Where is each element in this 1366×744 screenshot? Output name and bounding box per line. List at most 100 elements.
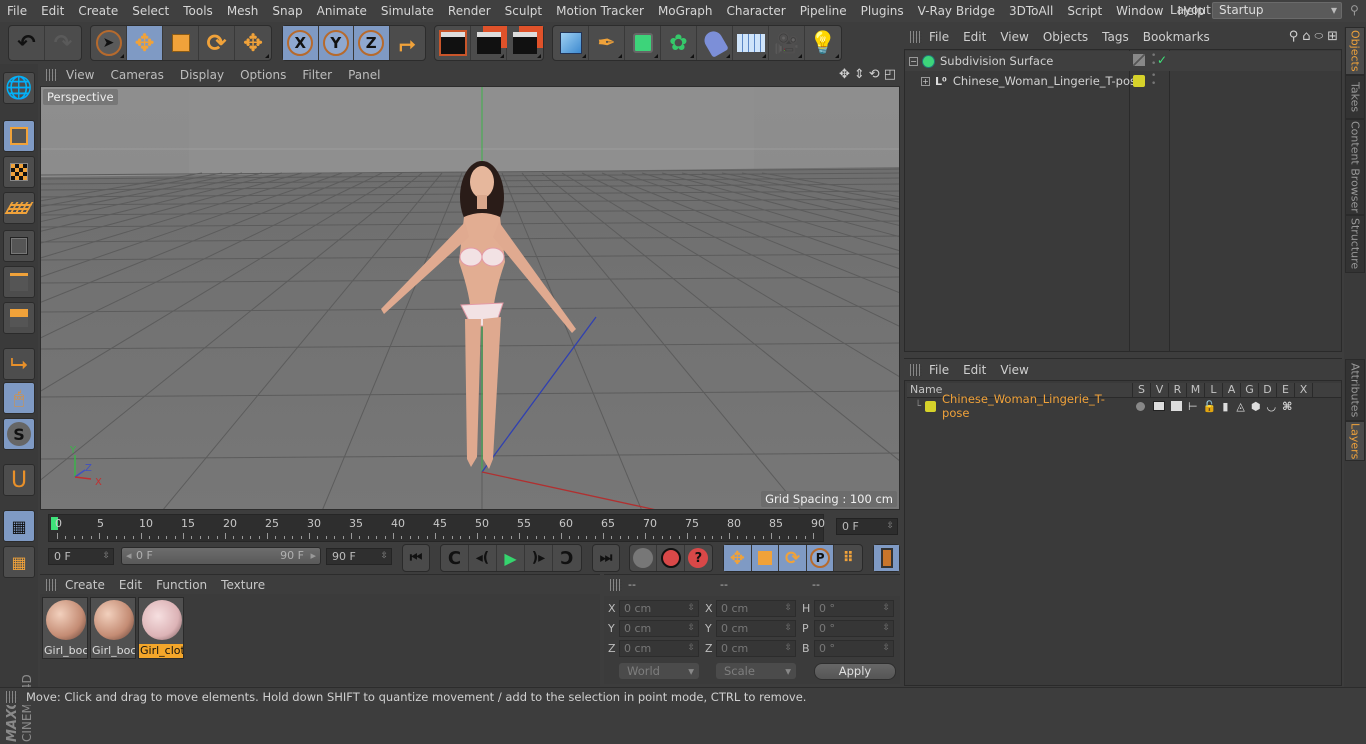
deformer-button[interactable] <box>697 26 733 60</box>
render-view-button[interactable] <box>435 26 471 60</box>
apply-button[interactable]: Apply <box>814 663 896 680</box>
autokey-button[interactable] <box>657 545 685 571</box>
layer-menu-view[interactable]: View <box>993 363 1035 377</box>
redo-button[interactable]: ↷ <box>45 26 81 60</box>
current-frame-field[interactable]: 0 F ⇳ <box>836 518 898 535</box>
material-menu-texture[interactable]: Texture <box>214 578 272 592</box>
floor-button[interactable] <box>733 26 769 60</box>
layer-name[interactable]: Chinese_Woman_Lingerie_T-pose <box>942 392 1132 420</box>
key-rotation-button[interactable]: ⟳ <box>779 545 807 571</box>
camera-button[interactable]: 🎥 <box>769 26 805 60</box>
object-menu-view[interactable]: View <box>993 30 1035 44</box>
viewport-menu-cameras[interactable]: Cameras <box>102 68 171 82</box>
recent-tool-button[interactable]: ✥ <box>235 26 271 60</box>
undo-button[interactable]: ↶ <box>9 26 45 60</box>
subdivision-surface-button[interactable] <box>625 26 661 60</box>
workplane-mode-button[interactable] <box>3 192 35 224</box>
model-mode-button[interactable] <box>3 120 35 152</box>
panel-grip[interactable] <box>46 578 58 591</box>
layer-color-swatch[interactable] <box>1133 75 1145 87</box>
column-manager[interactable]: M <box>1187 383 1205 397</box>
eye-icon[interactable]: ⬭ <box>1315 29 1324 45</box>
menu-file[interactable]: File <box>0 4 34 18</box>
next-key-button[interactable]: Ↄ <box>553 545 581 571</box>
menu-window[interactable]: Window <box>1109 4 1170 18</box>
menu-vray-bridge[interactable]: V-Ray Bridge <box>911 4 1002 18</box>
material-item[interactable]: Girl_boc <box>42 597 88 659</box>
tab-layers[interactable]: Layers <box>1345 421 1365 461</box>
light-button[interactable]: 💡 <box>805 26 841 60</box>
generator-icon[interactable]: ◬ <box>1236 400 1244 413</box>
live-selection-button[interactable]: ➤ <box>91 26 127 60</box>
panel-grip[interactable] <box>6 690 18 703</box>
key-position-button[interactable]: ✥ <box>724 545 752 571</box>
position-y-field[interactable]: 0 cm ⇳ <box>619 620 699 637</box>
next-frame-button[interactable]: )▸ <box>525 545 553 571</box>
menu-animate[interactable]: Animate <box>310 4 374 18</box>
menu-simulate[interactable]: Simulate <box>374 4 441 18</box>
manager-tree-icon[interactable]: ⊢ <box>1188 400 1198 413</box>
layer-menu-edit[interactable]: Edit <box>956 363 993 377</box>
size-mode-dropdown[interactable]: Scale <box>716 663 796 679</box>
rotation-p-field[interactable]: 0 ° ⇳ <box>814 620 894 637</box>
tab-objects[interactable]: Objects <box>1345 27 1365 75</box>
lock-icon[interactable]: 🔓 <box>1203 400 1217 413</box>
panel-grip[interactable] <box>910 363 922 376</box>
new-window-icon[interactable]: ⊞ <box>1327 29 1338 45</box>
column-locked[interactable]: L <box>1205 383 1223 397</box>
menu-tools[interactable]: Tools <box>176 4 220 18</box>
material-menu-create[interactable]: Create <box>58 578 112 592</box>
menu-create[interactable]: Create <box>71 4 125 18</box>
column-generators[interactable]: G <box>1241 383 1259 397</box>
menu-pipeline[interactable]: Pipeline <box>793 4 854 18</box>
column-solo[interactable]: S <box>1133 383 1151 397</box>
end-frame-field[interactable]: 90 F ⇳ <box>326 548 392 565</box>
editor-visibility-icon[interactable] <box>1133 54 1145 66</box>
menu-character[interactable]: Character <box>719 4 792 18</box>
prev-frame-button[interactable]: ◂( <box>469 545 497 571</box>
collapse-icon[interactable]: − <box>909 56 918 66</box>
pen-tool-button[interactable]: ✒ <box>589 26 625 60</box>
viewport-menu-panel[interactable]: Panel <box>340 68 388 82</box>
object-menu-tags[interactable]: Tags <box>1095 30 1136 44</box>
key-scale-button[interactable] <box>751 545 780 571</box>
texture-mode-button[interactable] <box>3 156 35 188</box>
position-x-field[interactable]: 0 cm ⇳ <box>619 600 699 617</box>
tab-content-browser[interactable]: Content Browser <box>1345 119 1365 215</box>
rotate-tool-button[interactable]: ⟳ <box>199 26 235 60</box>
add-cube-button[interactable] <box>553 26 589 60</box>
workplane-lock-button[interactable]: ▦ <box>3 510 35 542</box>
render-clapper-icon[interactable] <box>1171 401 1183 411</box>
render-settings-button[interactable] <box>507 26 543 60</box>
expand-icon[interactable]: + <box>921 76 930 86</box>
material-item-selected[interactable]: Girl_clot <box>138 597 184 659</box>
visibility-dots-icon[interactable]: • • <box>1151 52 1156 69</box>
menu-edit[interactable]: Edit <box>34 4 71 18</box>
object-menu-edit[interactable]: Edit <box>956 30 993 44</box>
timeline-window-button[interactable] <box>874 545 899 571</box>
viewport-menu-view[interactable]: View <box>58 68 102 82</box>
rotation-h-field[interactable]: 0 ° ⇳ <box>814 600 894 617</box>
column-xref[interactable]: X <box>1295 383 1313 397</box>
z-axis-lock-button[interactable]: Z <box>354 26 390 60</box>
tab-takes[interactable]: Takes <box>1345 75 1365 119</box>
layer-menu-file[interactable]: File <box>922 363 956 377</box>
layout-dropdown[interactable]: Startup <box>1212 2 1342 19</box>
render-to-picture-viewer-button[interactable] <box>471 26 507 60</box>
goto-end-button[interactable]: ⏭ <box>593 545 619 571</box>
object-menu-objects[interactable]: Objects <box>1036 30 1095 44</box>
object-row[interactable]: − Subdivision Surface • • ✓ <box>905 51 1341 71</box>
menu-select[interactable]: Select <box>125 4 176 18</box>
tab-attributes[interactable]: Attributes <box>1345 359 1365 421</box>
panel-grip[interactable] <box>910 31 922 43</box>
deformer-icon[interactable]: ⬢ <box>1251 400 1261 413</box>
scale-tool-button[interactable] <box>163 26 199 60</box>
play-button[interactable]: ▶ <box>497 545 525 571</box>
3d-viewport[interactable]: Y Z X Perspective Grid Spacing : 100 cm <box>40 86 900 510</box>
zoom-view-icon[interactable]: ⇕ <box>854 67 865 82</box>
axis-mode-button[interactable]: ⮡ <box>3 348 35 380</box>
layer-color-swatch[interactable] <box>925 400 937 412</box>
range-left-arrow-icon[interactable]: ◂ <box>126 548 132 564</box>
xref-icon[interactable]: ⌘ <box>1282 400 1292 413</box>
search-icon[interactable]: ⚲ <box>1350 3 1359 17</box>
